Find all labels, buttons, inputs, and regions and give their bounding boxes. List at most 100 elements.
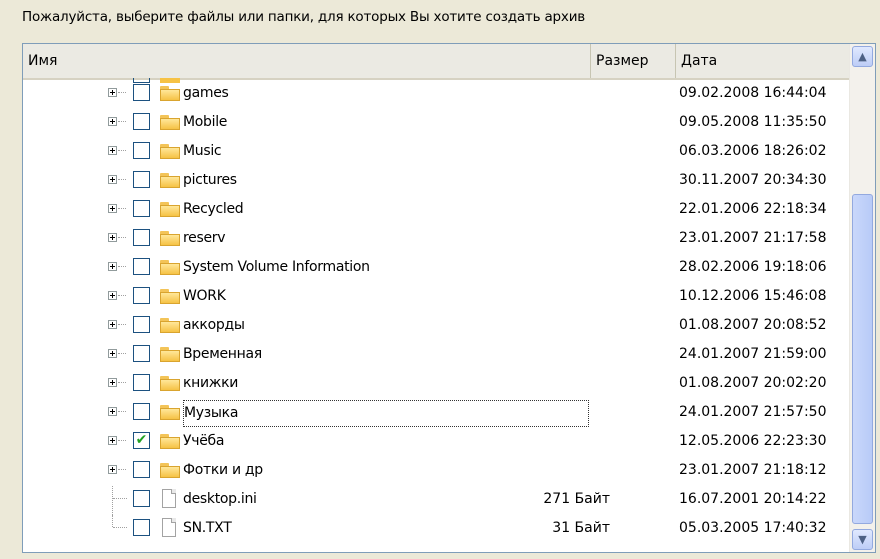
folder-icon xyxy=(160,463,180,478)
tree-connector xyxy=(118,266,126,267)
row-name: Учёба xyxy=(183,433,225,449)
expand-icon[interactable] xyxy=(108,349,117,358)
row-checkbox[interactable] xyxy=(133,171,150,188)
row-date: 23.01.2007 21:18:12 xyxy=(679,462,827,478)
expand-icon[interactable] xyxy=(108,291,117,300)
row-date: 09.02.2008 16:44:04 xyxy=(679,85,827,101)
expand-icon[interactable] xyxy=(108,378,117,387)
row-name: reserv xyxy=(183,230,226,246)
expand-icon[interactable] xyxy=(108,320,117,329)
folder-icon xyxy=(160,405,180,420)
row-date: 28.02.2006 19:18:06 xyxy=(679,259,827,275)
expand-icon[interactable] xyxy=(108,233,117,242)
tree-connector xyxy=(118,208,126,209)
row-checkbox[interactable] xyxy=(133,84,150,101)
row-checkbox[interactable] xyxy=(133,142,150,159)
row-date: 01.08.2007 20:02:20 xyxy=(679,375,827,391)
row-date: 05.03.2005 17:40:32 xyxy=(679,520,827,536)
tree-connector xyxy=(118,382,126,383)
tree-connector xyxy=(118,469,126,470)
row-checkbox[interactable] xyxy=(133,229,150,246)
row-checkbox[interactable] xyxy=(133,461,150,478)
folder-row[interactable]: Музыка 24.01.2007 21:57:50 xyxy=(23,399,848,428)
folder-row[interactable]: книжки 01.08.2007 20:02:20 xyxy=(23,370,848,399)
expand-icon[interactable] xyxy=(108,146,117,155)
row-date: 06.03.2006 18:26:02 xyxy=(679,143,827,159)
folder-icon xyxy=(160,318,180,333)
row-checkbox[interactable] xyxy=(133,490,150,507)
folder-icon xyxy=(160,115,180,130)
expand-icon[interactable] xyxy=(108,117,117,126)
row-date: 23.01.2007 21:17:58 xyxy=(679,230,827,246)
row-name: WORK xyxy=(183,288,226,304)
row-checkbox[interactable] xyxy=(133,113,150,130)
scrollbar-thumb[interactable] xyxy=(852,194,873,524)
folder-row[interactable]: Временная 24.01.2007 21:59:00 xyxy=(23,341,848,370)
tree-connector xyxy=(118,440,126,441)
row-checkbox[interactable] xyxy=(133,287,150,304)
column-date-header[interactable]: Дата xyxy=(676,44,848,78)
row-checkbox[interactable] xyxy=(133,316,150,333)
row-name: Временная xyxy=(183,346,262,362)
tree-connector xyxy=(118,324,126,325)
folder-row[interactable]: Music 06.03.2006 18:26:02 xyxy=(23,138,848,167)
tree-connector xyxy=(118,150,126,151)
expand-icon[interactable] xyxy=(108,88,117,97)
row-date: 24.01.2007 21:59:00 xyxy=(679,346,827,362)
folder-icon xyxy=(160,231,180,246)
folder-row[interactable]: pictures 30.11.2007 20:34:30 xyxy=(23,167,848,196)
vertical-scrollbar[interactable]: ▲ ▼ xyxy=(849,44,875,552)
tree-connector xyxy=(118,121,126,122)
row-checkbox[interactable] xyxy=(133,200,150,217)
folder-row[interactable]: Mobile 09.05.2008 11:35:50 xyxy=(23,109,848,138)
tree-connector xyxy=(112,486,113,515)
folder-row[interactable]: ✔ Учёба 12.05.2006 22:23:30 xyxy=(23,428,848,457)
tree-connector xyxy=(118,353,126,354)
folder-icon xyxy=(160,347,180,362)
tree-connector xyxy=(118,411,126,412)
expand-icon[interactable] xyxy=(108,436,117,445)
file-icon xyxy=(162,518,176,537)
folder-row[interactable]: Фотки и др 23.01.2007 21:18:12 xyxy=(23,457,848,486)
row-name: System Volume Information xyxy=(183,259,370,275)
row-checkbox[interactable] xyxy=(133,374,150,391)
expand-icon[interactable] xyxy=(108,262,117,271)
column-header: Имя Размер Дата xyxy=(23,44,868,80)
expand-icon[interactable] xyxy=(108,175,117,184)
arrow-up-icon[interactable]: ▲ xyxy=(852,46,873,67)
tree-connector xyxy=(113,498,127,499)
folder-icon xyxy=(160,260,180,275)
folder-icon xyxy=(160,434,180,449)
row-date: 16.07.2001 20:14:22 xyxy=(679,491,827,507)
file-icon xyxy=(162,489,176,508)
folder-row[interactable]: Recycled 22.01.2006 22:18:34 xyxy=(23,196,848,225)
expand-icon[interactable] xyxy=(108,407,117,416)
folder-row[interactable]: reserv 23.01.2007 21:17:58 xyxy=(23,225,848,254)
folder-row[interactable]: games 09.02.2008 16:44:04 xyxy=(23,80,848,109)
arrow-down-icon[interactable]: ▼ xyxy=(852,529,873,550)
folder-icon xyxy=(160,202,180,217)
file-tree[interactable]: Имя Размер Дата games 09.02.2008 16:44:04… xyxy=(22,43,876,553)
row-date: 01.08.2007 20:08:52 xyxy=(679,317,827,333)
row-name: SN.TXT xyxy=(183,520,232,536)
row-checkbox[interactable] xyxy=(133,345,150,362)
row-checkbox[interactable] xyxy=(133,258,150,275)
row-checkbox[interactable] xyxy=(133,519,150,536)
column-name-header[interactable]: Имя xyxy=(23,44,591,78)
folder-icon xyxy=(160,376,180,391)
expand-icon[interactable] xyxy=(108,465,117,474)
expand-icon[interactable] xyxy=(108,204,117,213)
folder-row[interactable]: System Volume Information 28.02.2006 19:1… xyxy=(23,254,848,283)
row-checkbox[interactable] xyxy=(133,403,150,420)
file-row[interactable]: SN.TXT 31 Байт 05.03.2005 17:40:32 xyxy=(23,515,848,544)
row-checkbox[interactable]: ✔ xyxy=(133,432,150,449)
folder-row[interactable]: WORK 10.12.2006 15:46:08 xyxy=(23,283,848,312)
row-name: аккорды xyxy=(183,317,245,333)
folder-row[interactable]: аккорды 01.08.2007 20:08:52 xyxy=(23,312,848,341)
tree-connector xyxy=(112,515,113,527)
row-name: Music xyxy=(183,143,222,159)
file-row[interactable]: desktop.ini 271 Байт 16.07.2001 20:14:22 xyxy=(23,486,848,515)
folder-icon xyxy=(160,289,180,304)
column-size-header[interactable]: Размер xyxy=(591,44,676,78)
instruction-text: Пожалуйста, выберите файлы или папки, дл… xyxy=(22,9,586,25)
